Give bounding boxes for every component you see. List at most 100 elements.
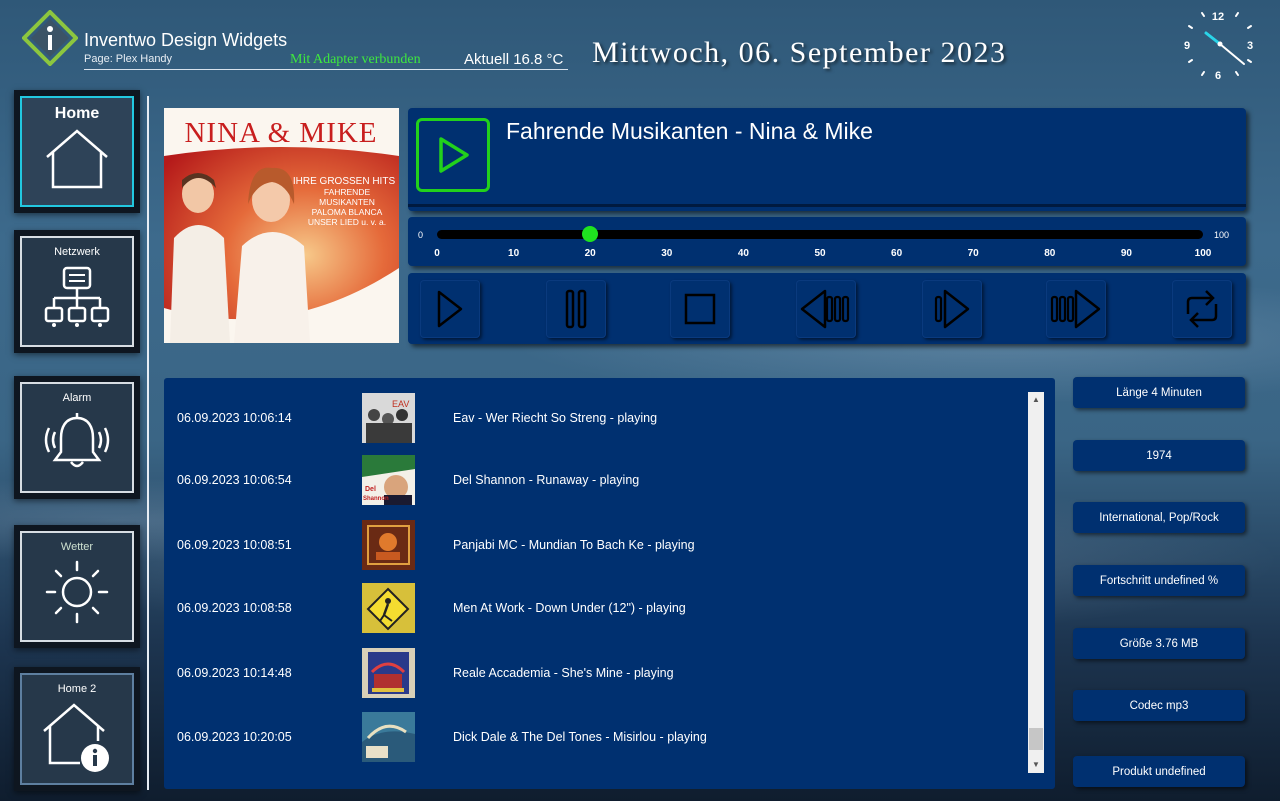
history-time: 06.09.2023 10:06:14 (177, 411, 292, 425)
history-row[interactable]: 06.09.2023 10:20:05 Dick Dale & The Del … (164, 712, 1024, 764)
svg-text:Del: Del (365, 486, 376, 493)
info-year: 1974 (1073, 440, 1245, 471)
album-tagline-3: MUSIKANTEN (319, 197, 375, 207)
slider-tick-label: 10 (508, 248, 520, 259)
nav-alarm-button[interactable]: Alarm (14, 376, 140, 499)
house-icon (46, 129, 108, 189)
progress-slider-panel: 0 100 0 10 20 30 40 50 60 70 80 90 100 (408, 217, 1246, 266)
page-label: Page: Plex Handy (84, 53, 173, 65)
history-scrollbar[interactable]: ▲ ▼ (1028, 392, 1044, 773)
scroll-down-arrow-icon[interactable]: ▼ (1028, 757, 1044, 773)
history-track: Del Shannon - Runaway - playing (453, 473, 640, 487)
history-track: Reale Accademia - She's Mine - playing (453, 666, 674, 680)
history-cover-thumb (362, 520, 415, 570)
info-genre: International, Pop/Rock (1073, 502, 1245, 533)
history-row[interactable]: 06.09.2023 10:08:58 Men At Work - Down U… (164, 583, 1024, 635)
history-track: Panjabi MC - Mundian To Bach Ke - playin… (453, 538, 695, 552)
stop-icon (684, 293, 716, 325)
history-time: 06.09.2023 10:08:58 (177, 601, 292, 615)
forward-button[interactable] (922, 280, 982, 338)
progress-slider-handle[interactable] (582, 226, 599, 242)
history-time: 06.09.2023 10:08:51 (177, 538, 292, 552)
slider-tick-label: 100 (1194, 248, 1212, 259)
clock-numeral-12: 12 (1212, 11, 1224, 23)
slider-tick-label: 90 (1120, 248, 1132, 259)
sun-icon (45, 560, 109, 624)
play-icon (439, 137, 469, 173)
history-row[interactable]: 06.09.2023 10:14:48 Reale Accademia - Sh… (164, 648, 1024, 700)
now-playing-panel: Fahrende Musikanten - Nina & Mike (408, 108, 1246, 211)
svg-text:Shannon: Shannon (363, 496, 389, 502)
play-history-list[interactable]: 06.09.2023 10:06:14 EAV Eav - Wer Riecht… (164, 378, 1055, 789)
scroll-thumb[interactable] (1029, 728, 1043, 750)
info-size: Größe 3.76 MB (1073, 628, 1245, 659)
play-icon (437, 290, 463, 328)
svg-text:EAV: EAV (392, 399, 409, 409)
play-button[interactable] (420, 280, 480, 338)
slider-tick-label: 30 (661, 248, 673, 259)
pause-button[interactable] (546, 280, 606, 338)
history-row[interactable]: 06.09.2023 10:06:54 Del Shannon Del Shan… (164, 455, 1024, 507)
main-play-button[interactable] (416, 118, 490, 192)
slider-tick-label: 50 (814, 248, 826, 259)
history-cover-thumb (362, 583, 415, 633)
slider-tick-label: 20 (584, 248, 596, 259)
next-icon (1050, 289, 1101, 329)
bell-icon (44, 413, 110, 468)
album-tagline-5: UNSER LIED u. v. a. (308, 217, 386, 227)
clock-numeral-9: 9 (1184, 40, 1190, 52)
temperature-readout: Aktuell 16.8 °C (464, 51, 564, 68)
history-time: 06.09.2023 10:06:54 (177, 473, 292, 487)
nav-home2-button[interactable]: Home 2 (14, 667, 140, 791)
slider-tick-label: 40 (737, 248, 749, 259)
slider-tick-label: 60 (891, 248, 903, 259)
house-info-icon (43, 703, 109, 772)
progress-slider-track[interactable] (437, 230, 1203, 239)
nav-label-home2: Home 2 (57, 683, 97, 695)
history-time: 06.09.2023 10:14:48 (177, 666, 292, 680)
playback-controls-panel (408, 273, 1246, 344)
nav-label-home: Home (54, 105, 100, 122)
nav-label-network: Netzwerk (54, 246, 100, 258)
clock-numeral-6: 6 (1215, 70, 1221, 82)
history-track: Eav - Wer Riecht So Streng - playing (453, 411, 658, 425)
history-cover-thumb (362, 648, 415, 698)
clock-hour-hand (1204, 31, 1222, 46)
info-product: Produkt undefined (1073, 756, 1245, 787)
next-button[interactable] (1046, 280, 1106, 338)
date-display: Mittwoch, 06. September 2023 (592, 36, 1007, 69)
connection-status: Mit Adapter verbunden (290, 52, 421, 67)
slider-min-label: 0 (418, 230, 424, 240)
forward-icon (934, 289, 970, 329)
app-title: Inventwo Design Widgets (84, 30, 288, 50)
previous-icon (800, 289, 850, 329)
clock-numeral-3: 3 (1247, 40, 1253, 52)
history-row[interactable]: 06.09.2023 10:08:51 Panjabi MC - Mundian… (164, 520, 1024, 572)
slider-max-label: 100 (1214, 230, 1230, 240)
nav-weather-button[interactable]: Wetter (14, 525, 140, 648)
slider-tick-label: 80 (1044, 248, 1056, 259)
info-progress: Fortschritt undefined % (1073, 565, 1245, 596)
repeat-button[interactable] (1172, 280, 1232, 338)
info-length: Länge 4 Minuten (1073, 377, 1245, 408)
inventwo-logo (22, 10, 78, 66)
previous-button[interactable] (796, 280, 856, 338)
network-icon (44, 266, 110, 327)
history-track: Men At Work - Down Under (12") - playing (453, 601, 686, 615)
album-tagline-2: FAHRENDE (324, 187, 371, 197)
history-row[interactable]: 06.09.2023 10:06:14 EAV Eav - Wer Riecht… (164, 393, 1024, 445)
album-tagline-4: PALOMA BLANCA (312, 207, 383, 217)
stop-button[interactable] (670, 280, 730, 338)
sidebar-divider (147, 96, 149, 790)
album-tagline-1: IHRE GROSSEN HITS (293, 176, 396, 187)
nav-network-button[interactable]: Netzwerk (14, 230, 140, 353)
history-track: Dick Dale & The Del Tones - Misirlou - p… (453, 730, 707, 744)
scroll-up-arrow-icon[interactable]: ▲ (1028, 392, 1044, 408)
history-cover-thumb: Del Shannon (362, 455, 415, 505)
album-artist-text: NINA & MIKE (184, 117, 377, 149)
nav-label-weather: Wetter (60, 541, 94, 553)
track-title: Fahrende Musikanten - Nina & Mike (506, 118, 873, 144)
clock-minute-hand (1219, 43, 1245, 65)
slider-tick-label: 70 (967, 248, 979, 259)
nav-home-button[interactable]: Home (14, 90, 140, 213)
